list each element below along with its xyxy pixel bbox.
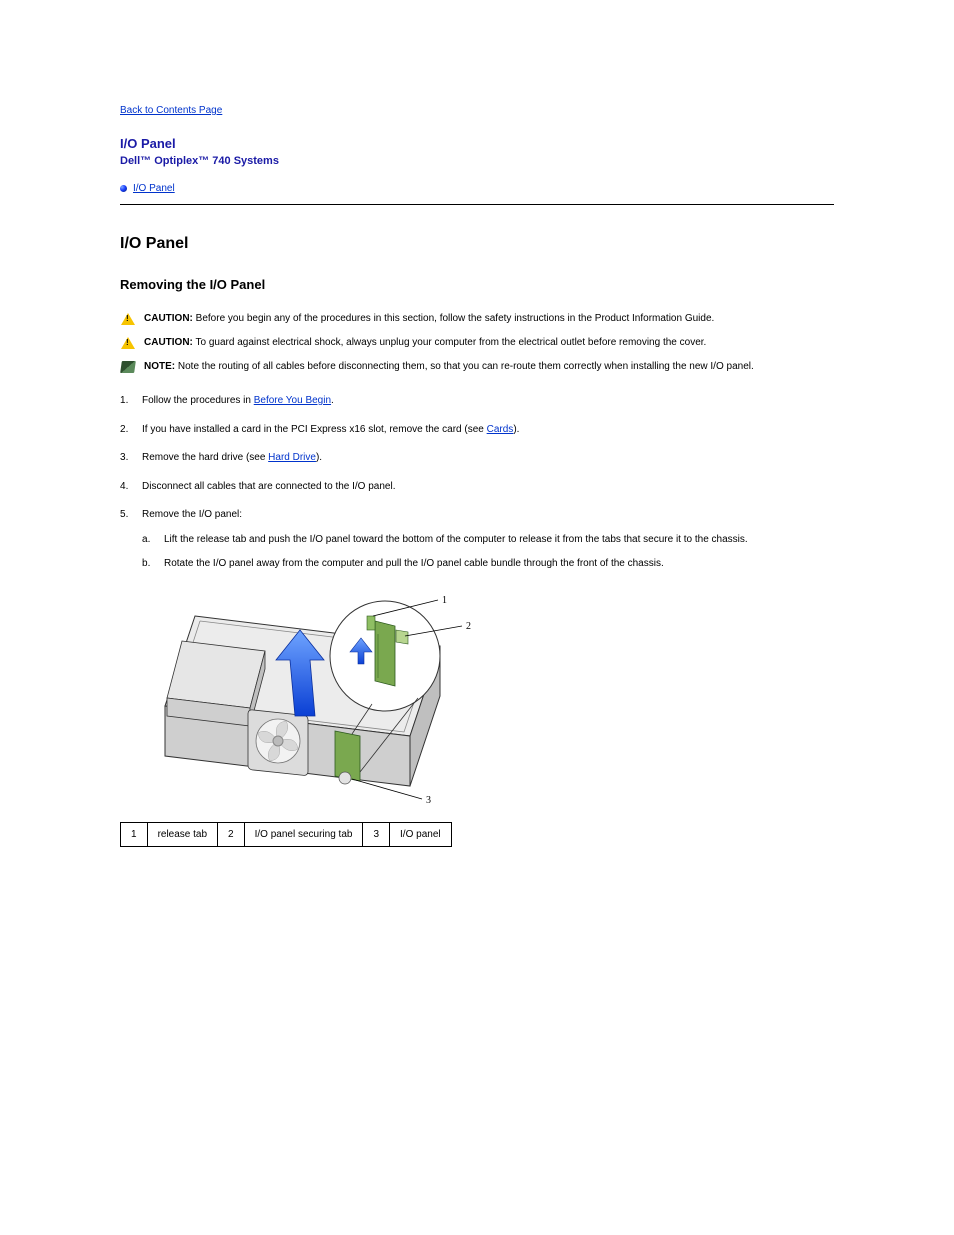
back-to-contents-link[interactable]: Back to Contents Page	[120, 105, 222, 120]
figure-label-table: 1 release tab 2 I/O panel securing tab 3…	[120, 822, 452, 847]
step-text: ).	[316, 452, 322, 463]
label-num: 2	[218, 822, 245, 846]
toc: I/O Panel	[120, 183, 834, 194]
step-text: If you have installed a card in the PCI …	[142, 424, 487, 435]
caution-label: CAUTION:	[144, 313, 193, 324]
svg-text:3: 3	[426, 795, 431, 806]
step: Follow the procedures in Before You Begi…	[120, 394, 834, 409]
page-title: I/O Panel	[120, 136, 834, 151]
step: Remove the hard drive (see Hard Drive).	[120, 451, 834, 466]
toc-link-io-panel[interactable]: I/O Panel	[133, 183, 175, 194]
caution-text: CAUTION: Before you begin any of the pro…	[144, 312, 714, 326]
caution-icon	[120, 312, 136, 326]
note-text: NOTE: Note the routing of all cables bef…	[144, 360, 754, 374]
sub-step-text: Lift the release tab and push the I/O pa…	[164, 534, 748, 545]
label-text: I/O panel	[390, 822, 452, 846]
label-num: 3	[363, 822, 390, 846]
bullet-icon	[120, 185, 127, 192]
procedure-steps: Follow the procedures in Before You Begi…	[120, 394, 834, 572]
section-subheading: Removing the I/O Panel	[120, 277, 834, 292]
svg-text:2: 2	[466, 621, 471, 632]
sub-step: Lift the release tab and push the I/O pa…	[142, 533, 834, 548]
step-text: Follow the procedures in	[142, 395, 254, 406]
label-text: release tab	[147, 822, 217, 846]
svg-text:1: 1	[442, 595, 447, 606]
caution-text: CAUTION: To guard against electrical sho…	[144, 336, 706, 350]
sub-steps: Lift the release tab and push the I/O pa…	[142, 533, 834, 572]
sub-step-text: Rotate the I/O panel away from the compu…	[164, 558, 664, 569]
step-text: Remove the hard drive (see	[142, 452, 268, 463]
divider	[120, 204, 834, 205]
caution-body: To guard against electrical shock, alway…	[196, 337, 707, 348]
hard-drive-link[interactable]: Hard Drive	[268, 452, 316, 463]
step: Remove the I/O panel: Lift the release t…	[120, 508, 834, 572]
note-body: Note the routing of all cables before di…	[178, 361, 754, 372]
section-heading: I/O Panel	[120, 235, 834, 253]
caution-label: CAUTION:	[144, 337, 193, 348]
page-subtitle: Dell™ Optiplex™ 740 Systems	[120, 155, 834, 167]
toc-item: I/O Panel	[120, 183, 834, 194]
figure: 1 2 3 1 release tab 2 I/O panel securing…	[120, 586, 834, 847]
label-num: 1	[121, 822, 148, 846]
caution-notice: CAUTION: To guard against electrical sho…	[120, 336, 834, 350]
sub-step: Rotate the I/O panel away from the compu…	[142, 557, 834, 572]
note-notice: NOTE: Note the routing of all cables bef…	[120, 360, 834, 374]
step: Disconnect all cables that are connected…	[120, 480, 834, 495]
note-label: NOTE:	[144, 361, 175, 372]
note-icon	[120, 360, 136, 374]
caution-body: Before you begin any of the procedures i…	[196, 313, 715, 324]
step: If you have installed a card in the PCI …	[120, 423, 834, 438]
cards-link[interactable]: Cards	[487, 424, 514, 435]
io-panel-diagram: 1 2 3	[120, 586, 540, 816]
step-text: .	[331, 395, 334, 406]
label-text: I/O panel securing tab	[244, 822, 363, 846]
before-you-begin-link[interactable]: Before You Begin	[254, 395, 331, 406]
step-text: Disconnect all cables that are connected…	[142, 481, 396, 492]
step-text: Remove the I/O panel:	[142, 509, 242, 520]
caution-notice: CAUTION: Before you begin any of the pro…	[120, 312, 834, 326]
table-row: 1 release tab 2 I/O panel securing tab 3…	[121, 822, 452, 846]
step-text: ).	[513, 424, 519, 435]
caution-icon	[120, 336, 136, 350]
